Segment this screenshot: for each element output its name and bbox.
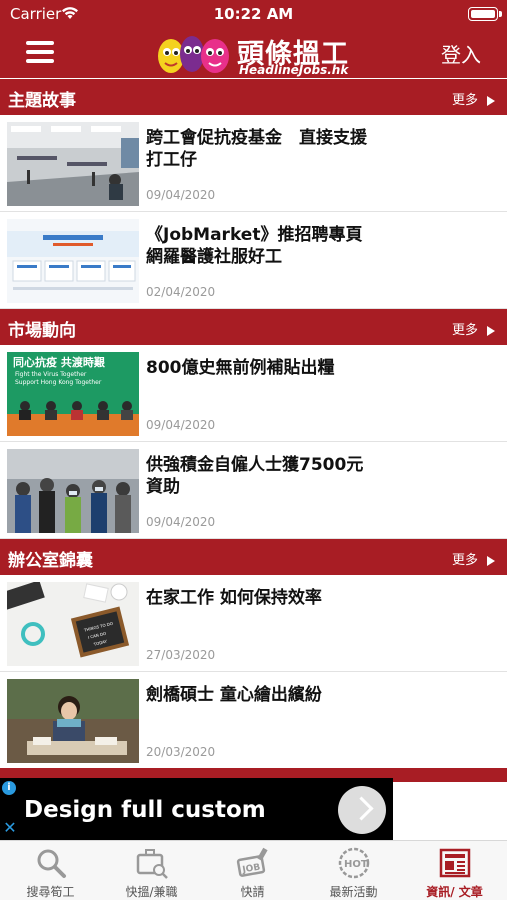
section-title: 主題故事	[8, 91, 76, 111]
article-headline: 劍橋碩士 童心繪出繽紛	[146, 685, 322, 705]
hot-badge-icon: HOT	[338, 847, 370, 879]
article-date: 09/04/2020	[146, 188, 216, 202]
article-list-item[interactable]: 供強積金自僱人士獲7500元資助 09/04/2020	[0, 442, 507, 539]
tab-label: 搜尋筍工	[26, 885, 75, 899]
article-headline: 800億史無前例補貼出糧	[146, 358, 335, 378]
article-list-item[interactable]: 劍橋碩士 童心繪出繽紛 20/03/2020	[0, 672, 507, 769]
section-title: 辦公室錦囊	[8, 551, 93, 571]
article-thumbnail: 同心抗疫 共渡時艱 Fight the Virus Together Suppo…	[7, 352, 139, 436]
section-title: 市場動向	[8, 321, 76, 341]
tab-news-articles[interactable]: 資訊/ 文章	[404, 841, 505, 900]
mascot-logo-icon	[158, 36, 229, 73]
article-date: 09/04/2020	[146, 418, 216, 432]
headlinejobs-logo[interactable]: 頭條搵工 HeadlineJobs.hk	[155, 30, 355, 78]
ad-text: Design full custom	[24, 797, 266, 823]
chevron-right-icon	[487, 325, 495, 336]
article-list-item[interactable]: THINGS TO DO I CAN DO TODAY 在家工作 如何保持效率 …	[0, 575, 507, 672]
briefcase-search-icon	[136, 849, 168, 879]
ad-close-icon[interactable]: ✕	[2, 820, 18, 836]
tab-label: 快搵/兼職	[125, 885, 178, 899]
article-thumbnail: THINGS TO DO I CAN DO TODAY	[7, 582, 139, 666]
thumb-banner-text: Support Hong Kong Together	[15, 379, 102, 386]
article-thumbnail	[7, 122, 139, 206]
more-label: 更多	[451, 93, 478, 108]
tab-quick-parttime[interactable]: 快搵/兼職	[101, 841, 202, 900]
article-thumbnail	[7, 679, 139, 763]
app-header: Carrier 10:22 AM 頭條搵工 HeadlineJobs.hk 登入	[0, 0, 507, 78]
logo-english-text: HeadlineJobs.hk	[239, 63, 349, 77]
section-header-market-trends: 市場動向 更多	[0, 309, 507, 345]
chevron-right-icon	[487, 555, 495, 566]
tab-label: 資訊/ 文章	[426, 885, 483, 899]
more-label: 更多	[451, 323, 478, 338]
ad-banner[interactable]: i ✕ Design full custom	[0, 778, 393, 840]
article-date: 27/03/2020	[146, 648, 216, 662]
more-label: 更多	[451, 553, 478, 568]
article-headline: 跨工會促抗疫基金 直接支援打工仔	[146, 128, 367, 170]
status-bar: Carrier 10:22 AM	[0, 0, 507, 28]
thumb-banner-text: Fight the Virus Together	[15, 371, 87, 378]
svg-text:HOT: HOT	[344, 859, 368, 870]
section-header-office-tips: 辦公室錦囊 更多	[0, 539, 507, 575]
article-headline: 《JobMarket》推招聘專頁 網羅醫護社服好工	[146, 225, 363, 267]
job-stamp-icon: JOB	[236, 847, 268, 877]
tab-quick-hire[interactable]: JOB 快請	[202, 841, 303, 900]
article-thumbnail	[7, 219, 139, 303]
article-date: 09/04/2020	[146, 515, 216, 529]
section-header-featured-stories: 主題故事 更多	[0, 79, 507, 115]
more-link[interactable]: 更多	[452, 89, 495, 108]
article-thumbnail	[7, 449, 139, 533]
tab-label: 快請	[240, 885, 265, 899]
article-list-item[interactable]: 《JobMarket》推招聘專頁 網羅醫護社服好工 02/04/2020	[0, 212, 507, 309]
article-date: 20/03/2020	[146, 745, 216, 759]
ad-next-arrow-icon[interactable]	[338, 786, 386, 834]
article-headline: 在家工作 如何保持效率	[146, 588, 322, 608]
thumb-banner-text: 同心抗疫 共渡時艱	[13, 355, 106, 369]
tab-label: 最新活動	[329, 885, 378, 899]
chevron-right-icon	[487, 95, 495, 106]
article-list-item[interactable]: 跨工會促抗疫基金 直接支援打工仔 09/04/2020	[0, 115, 507, 212]
article-headline: 供強積金自僱人士獲7500元資助	[146, 455, 364, 497]
more-link[interactable]: 更多	[452, 549, 495, 568]
bottom-tab-bar: 搜尋筍工 快搵/兼職 JOB 快請 HOT 最新活動 資訊/ 文章	[0, 840, 507, 900]
tab-search-jobs[interactable]: 搜尋筍工	[0, 841, 101, 900]
newspaper-icon	[439, 848, 471, 878]
login-button[interactable]: 登入	[441, 39, 481, 68]
article-date: 02/04/2020	[146, 285, 216, 299]
more-link[interactable]: 更多	[452, 319, 495, 338]
tab-latest-events[interactable]: HOT 最新活動	[303, 841, 404, 900]
battery-icon	[468, 7, 502, 21]
hamburger-menu-button[interactable]	[26, 41, 54, 65]
article-list-item[interactable]: 同心抗疫 共渡時艱 Fight the Virus Together Suppo…	[0, 345, 507, 442]
status-time: 10:22 AM	[213, 5, 294, 23]
ad-info-icon[interactable]: i	[2, 781, 16, 795]
magnifier-icon	[37, 849, 66, 878]
